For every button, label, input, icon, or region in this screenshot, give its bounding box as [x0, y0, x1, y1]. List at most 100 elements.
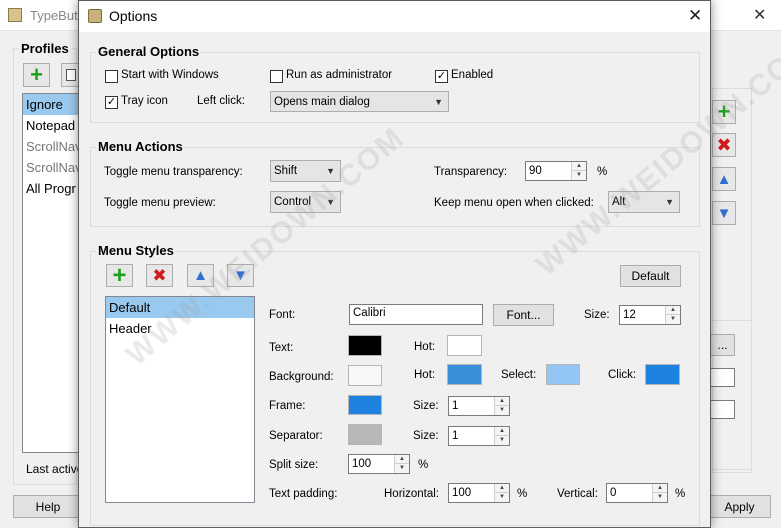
menu-actions-title: Menu Actions [96, 139, 185, 154]
options-icon [88, 9, 102, 23]
transparency-unit: % [597, 166, 608, 178]
vertical-padding-unit: % [675, 488, 686, 500]
font-label: Font: [269, 309, 296, 321]
frame-size-spinner[interactable]: 1 ▲ ▼ [448, 396, 510, 416]
browse-button[interactable]: ... [710, 334, 735, 356]
spinner-arrows[interactable]: ▲ ▼ [652, 484, 667, 502]
close-icon[interactable]: ✕ [688, 6, 702, 26]
general-options-title: General Options [96, 44, 202, 59]
toggle-transparency-label: Toggle menu transparency: [104, 166, 243, 178]
last-active-label: Last active [26, 462, 84, 476]
dialog-title: Options [109, 8, 158, 24]
horizontal-padding-spinner[interactable]: 100 ▲ ▼ [448, 483, 510, 503]
style-item[interactable]: Header [106, 318, 254, 339]
font-button[interactable]: Font... [493, 304, 554, 326]
help-button[interactable]: Help [13, 495, 83, 518]
click-color-swatch[interactable] [645, 364, 680, 385]
detail-field-2[interactable] [710, 400, 735, 419]
keep-open-select[interactable]: Alt ▼ [608, 191, 680, 213]
left-click-select[interactable]: Opens main dialog ▼ [270, 91, 449, 112]
run-as-admin-checkbox[interactable] [270, 70, 283, 83]
move-down-action-button[interactable]: ▼ [712, 201, 736, 225]
split-size-unit: % [418, 459, 429, 471]
text-color-swatch[interactable] [348, 335, 382, 356]
start-with-windows-label: Start with Windows [121, 69, 219, 81]
separator-color-swatch[interactable] [348, 424, 382, 445]
arrow-up-icon: ▲ [193, 267, 208, 284]
add-style-button[interactable]: + [106, 263, 133, 287]
profile-item[interactable]: Ignore [23, 94, 81, 115]
start-with-windows-checkbox[interactable] [105, 70, 118, 83]
background-hot-label: Hot: [414, 369, 436, 381]
keep-open-label: Keep menu open when clicked: [434, 197, 594, 209]
split-size-value: 100 [352, 458, 372, 470]
left-click-value: Opens main dialog [274, 95, 370, 108]
horizontal-padding-unit: % [517, 488, 528, 500]
delete-style-button[interactable]: ✖ [146, 264, 173, 287]
profile-item[interactable]: ScrollNav [23, 136, 82, 157]
menu-actions-group [90, 147, 700, 227]
spinner-arrows[interactable]: ▲ ▼ [494, 484, 509, 502]
tray-icon-label: Tray icon [121, 95, 168, 107]
profile-item[interactable]: Notepad [23, 115, 81, 136]
spinner-arrows[interactable]: ▲ ▼ [571, 162, 586, 180]
default-style-button[interactable]: Default [620, 265, 681, 287]
select-color-swatch[interactable] [546, 364, 580, 385]
font-field[interactable]: Calibri [349, 304, 483, 325]
text-hot-color-swatch[interactable] [447, 335, 482, 356]
text-color-label: Text: [269, 342, 294, 354]
plus-icon: + [30, 62, 43, 87]
general-options-group [90, 52, 700, 123]
background-color-swatch[interactable] [348, 365, 382, 386]
enabled-checkbox[interactable]: ✓ [435, 70, 448, 83]
add-profile-button[interactable]: + [23, 63, 50, 87]
separator-size-label: Size: [413, 430, 439, 442]
spinner-arrows[interactable]: ▲ ▼ [394, 455, 409, 473]
split-size-spinner[interactable]: 100 ▲ ▼ [348, 454, 410, 474]
spinner-arrows[interactable]: ▲ ▼ [665, 306, 680, 324]
spinner-arrows[interactable]: ▲ ▼ [494, 427, 509, 445]
toggle-preview-label: Toggle menu preview: [104, 197, 216, 209]
toggle-preview-select[interactable]: Control ▼ [270, 191, 341, 213]
profiles-label: Profiles [19, 41, 71, 56]
profile-item[interactable]: ScrollNav [23, 157, 82, 178]
styles-list[interactable]: Default Header [105, 296, 255, 503]
transparency-spinner[interactable]: 90 ▲ ▼ [525, 161, 587, 181]
toggle-transparency-select[interactable]: Shift ▼ [270, 160, 341, 182]
chevron-down-icon: ▼ [326, 166, 335, 176]
separator-size-spinner[interactable]: 1 ▲ ▼ [448, 426, 510, 446]
detail-field-1[interactable] [710, 368, 735, 387]
spinner-arrows[interactable]: ▲ ▼ [494, 397, 509, 415]
main-close-icon[interactable]: ✕ [753, 5, 766, 25]
background-hot-color-swatch[interactable] [447, 364, 482, 385]
font-value: Calibri [353, 307, 386, 319]
font-size-spinner[interactable]: 12 ▲ ▼ [619, 305, 681, 325]
arrow-up-icon: ▲ [716, 170, 732, 188]
profiles-list[interactable]: Ignore Notepad ScrollNav ScrollNav All P… [22, 93, 82, 453]
plus-icon: + [717, 99, 731, 124]
add-action-button[interactable]: + [712, 100, 736, 124]
tray-icon-checkbox[interactable]: ✓ [105, 96, 118, 109]
frame-color-swatch[interactable] [348, 395, 382, 415]
delete-action-button[interactable]: ✖ [712, 133, 736, 157]
apply-button[interactable]: Apply [708, 495, 771, 518]
frame-label: Frame: [269, 400, 306, 412]
enabled-label: Enabled [451, 69, 494, 81]
menu-styles-title: Menu Styles [96, 243, 176, 258]
frame-size-value: 1 [452, 400, 459, 412]
left-click-label: Left click: [197, 95, 245, 107]
style-item[interactable]: Default [106, 297, 254, 318]
chevron-down-icon: ▼ [326, 197, 335, 207]
arrow-down-icon: ▼ [233, 267, 248, 284]
delete-icon: ✖ [152, 266, 167, 285]
copy-icon [66, 69, 76, 81]
toggle-transparency-value: Shift [274, 165, 298, 177]
move-style-up-button[interactable]: ▲ [187, 264, 214, 287]
options-dialog: Options ✕ General Options Start with Win… [78, 0, 711, 528]
vertical-padding-spinner[interactable]: 0 ▲ ▼ [606, 483, 668, 503]
move-style-down-button[interactable]: ▼ [227, 264, 254, 287]
dialog-titlebar: Options ✕ [79, 1, 710, 32]
select-label: Select: [501, 369, 537, 381]
profile-item[interactable]: All Progr [23, 178, 81, 199]
move-up-action-button[interactable]: ▲ [712, 167, 736, 191]
